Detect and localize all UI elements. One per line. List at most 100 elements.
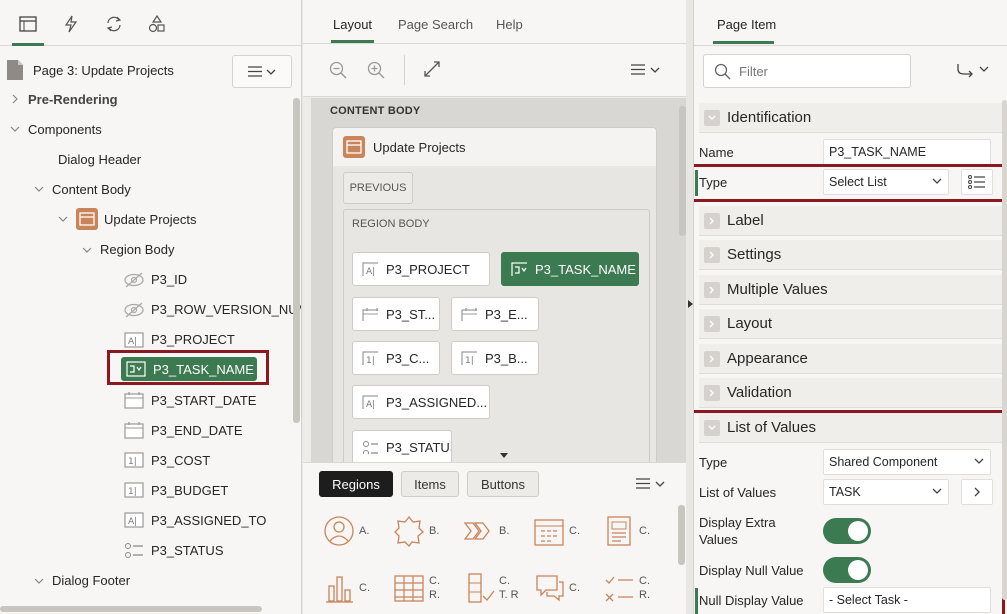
gallery-item[interactable]: B. xyxy=(459,515,509,547)
section-identification[interactable]: Identification xyxy=(699,103,1002,133)
tree-scrollbar[interactable] xyxy=(293,98,300,423)
layout-item-p3-budget[interactable]: 1| P3_B... xyxy=(451,341,539,375)
type-highlight xyxy=(694,164,1005,202)
tree-region-update-projects[interactable]: Update Projects xyxy=(58,206,197,232)
layout-canvas: CONTENT BODY Update Projects PREVIOUS RE… xyxy=(311,98,686,462)
tree-item-p3-project[interactable]: A| P3_PROJECT xyxy=(123,327,235,353)
item-label: P3_STATUS xyxy=(386,439,452,455)
layout-item-p3-project[interactable]: A| P3_PROJECT xyxy=(352,252,490,286)
property-scrollbar[interactable] xyxy=(1002,100,1007,600)
hamburger-icon xyxy=(631,64,645,75)
gallery-item[interactable]: C. R. xyxy=(389,572,440,604)
gallery-scrollbar[interactable] xyxy=(678,505,685,565)
section-multiple-values[interactable]: Multiple Values xyxy=(699,275,1002,305)
chevron-down-icon[interactable] xyxy=(34,576,44,586)
gallery-tab-regions[interactable]: Regions xyxy=(319,471,393,497)
middle-tab-bar: Layout Page Search Help xyxy=(303,0,686,44)
zoom-out-icon[interactable] xyxy=(329,61,347,79)
chevron-right-icon[interactable] xyxy=(10,94,20,104)
tab-help[interactable]: Help xyxy=(496,17,523,32)
section-layout[interactable]: Layout xyxy=(699,309,1002,339)
tree-item-p3-row-version-number[interactable]: P3_ROW_VERSION_NUMBER xyxy=(123,297,301,323)
item-label: P3_E... xyxy=(485,306,528,322)
tree-item-p3-end-date[interactable]: P3_END_DATE xyxy=(123,417,243,443)
layout-item-p3-status[interactable]: P3_STATUS xyxy=(352,430,452,462)
tree-dialog-header[interactable]: Dialog Header xyxy=(58,146,141,172)
gallery-label: C. R. xyxy=(639,575,650,601)
filter-input[interactable]: Filter xyxy=(703,54,911,88)
region-update-projects[interactable]: Update Projects PREVIOUS REGION BODY A| P… xyxy=(332,127,657,462)
tab-page-search[interactable]: Page Search xyxy=(398,17,473,32)
gallery-item[interactable]: A. xyxy=(319,515,369,547)
shared-components-tab-icon[interactable] xyxy=(144,11,170,37)
item-label: P3_PROJECT xyxy=(386,261,470,277)
gallery-label: C. xyxy=(359,582,370,594)
collapse-bottom-icon[interactable] xyxy=(500,453,508,458)
chevron-down-icon[interactable] xyxy=(34,184,44,194)
layout-item-p3-cost[interactable]: 1| P3_C... xyxy=(352,341,440,375)
tree-item-p3-status[interactable]: P3_STATUS xyxy=(123,538,223,564)
tree-item-p3-start-date[interactable]: P3_START_DATE xyxy=(123,387,256,413)
tree-item-p3-assigned-to[interactable]: A| P3_ASSIGNED_TO xyxy=(123,507,266,533)
gallery-item[interactable]: C. xyxy=(529,515,580,547)
section-settings[interactable]: Settings xyxy=(699,240,1002,270)
right-splitter[interactable] xyxy=(686,0,693,614)
go-to-group-button[interactable] xyxy=(956,62,990,78)
section-appearance[interactable]: Appearance xyxy=(699,344,1002,374)
gallery-label: C. xyxy=(569,582,580,594)
layout-item-p3-end-date[interactable]: P3_E... xyxy=(451,297,539,331)
section-title: Identification xyxy=(727,109,812,126)
zoom-in-icon[interactable] xyxy=(367,61,385,79)
tab-page-item[interactable]: Page Item xyxy=(717,17,776,32)
name-field[interactable]: P3_TASK_NAME xyxy=(823,139,991,165)
tree-region-body[interactable]: Region Body xyxy=(82,237,174,263)
chevron-down-icon[interactable] xyxy=(58,214,68,224)
page-menu-button[interactable] xyxy=(232,55,292,88)
tree-item-p3-id[interactable]: P3_ID xyxy=(123,267,187,293)
tree-dialog-footer[interactable]: Dialog Footer xyxy=(34,568,130,594)
previous-button[interactable]: PREVIOUS xyxy=(343,172,413,204)
rendering-tab-icon[interactable] xyxy=(12,11,44,46)
chevron-down-icon xyxy=(266,69,276,75)
layout-item-p3-start-date[interactable]: P3_ST... xyxy=(352,297,440,331)
tree-label: Dialog Header xyxy=(58,151,142,167)
gallery-tab-buttons[interactable]: Buttons xyxy=(467,471,539,497)
layout-item-p3-task-name[interactable]: P3_TASK_NAME xyxy=(501,252,639,286)
chevron-down-icon[interactable] xyxy=(10,124,20,134)
tree-pre-rendering[interactable]: Pre-Rendering xyxy=(10,86,118,112)
gallery-label: C. xyxy=(569,525,580,537)
tree-horizontal-scrollbar[interactable] xyxy=(0,606,262,612)
canvas-scrollbar[interactable] xyxy=(679,106,686,236)
tab-layout[interactable]: Layout xyxy=(330,17,375,43)
item-type-icon: 1| xyxy=(362,351,378,365)
hamburger-icon xyxy=(636,478,650,489)
chevron-down-icon xyxy=(650,67,660,73)
gallery-label: B. xyxy=(499,525,510,537)
dynamic-actions-tab-icon[interactable] xyxy=(58,11,84,37)
section-label[interactable]: Label xyxy=(699,206,1002,236)
tree-item-p3-cost[interactable]: 1| P3_COST xyxy=(123,447,210,473)
expand-icon[interactable] xyxy=(424,61,440,77)
processing-tab-icon[interactable] xyxy=(101,11,127,37)
card-icon xyxy=(603,515,635,547)
layout-menu-button[interactable] xyxy=(631,64,660,75)
svg-text:1|: 1| xyxy=(366,356,375,365)
tree-item-p3-budget[interactable]: 1| P3_BUDGET xyxy=(123,477,228,503)
gallery-item[interactable]: C. xyxy=(319,572,370,604)
gallery-item[interactable]: C. xyxy=(599,515,650,547)
region-header: Update Projects xyxy=(333,128,656,166)
tree-components[interactable]: Components xyxy=(10,116,102,142)
tree-content-body[interactable]: Content Body xyxy=(34,176,131,202)
gallery-menu-button[interactable] xyxy=(636,478,665,489)
item-type-icon: A| xyxy=(362,262,378,276)
date-picker-icon xyxy=(123,390,145,410)
chevron-down-icon[interactable] xyxy=(82,245,92,255)
gallery-item[interactable]: C. R. xyxy=(599,572,650,604)
gallery-tab-items[interactable]: Items xyxy=(401,471,459,497)
gallery-item[interactable]: C. T. R xyxy=(459,572,519,604)
gallery-item[interactable]: B. xyxy=(389,515,439,547)
layout-item-p3-assigned-to[interactable]: A| P3_ASSIGNED... xyxy=(352,385,490,419)
item-type-icon: A| xyxy=(362,395,378,409)
gallery-item[interactable]: C. xyxy=(529,572,580,604)
section-validation[interactable]: Validation xyxy=(699,378,1002,408)
